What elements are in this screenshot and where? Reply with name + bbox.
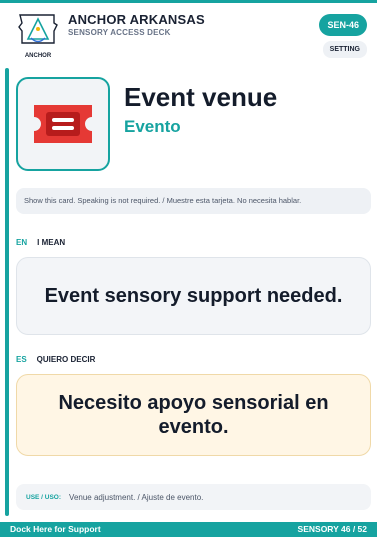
card-title-english: Event venue (124, 82, 278, 112)
card-code-badge: SEN-46 (319, 14, 367, 36)
card-icon-frame (16, 77, 110, 171)
english-phrase: Event sensory support needed. (16, 257, 371, 335)
english-label: I MEAN (37, 238, 66, 247)
card-title-spanish: Evento (124, 117, 181, 136)
brand-name: ANCHOR ARKANSAS (68, 12, 205, 27)
category-badge: SETTING (322, 41, 367, 58)
dock-support-label[interactable]: Dock Here for Support (10, 522, 101, 537)
anchor-logo: ANCHOR (18, 14, 58, 59)
usage-text: Venue adjustment. / Ajuste de evento. (69, 492, 204, 502)
spanish-phrase: Necesito apoyo sensorial en evento. (16, 374, 371, 456)
spanish-lang-code: ES (16, 355, 27, 364)
brand-subtitle: SENSORY ACCESS DECK (68, 28, 171, 37)
english-lang-code: EN (16, 238, 28, 247)
ticket-icon (34, 105, 92, 143)
usage-note: USE / USO: Venue adjustment. / Ajuste de… (16, 484, 371, 510)
logo-text: ANCHOR (25, 53, 52, 59)
footer-bar: Dock Here for Support SENSORY 46 / 52 (0, 522, 377, 537)
usage-label: USE / USO: (26, 493, 62, 501)
spanish-label: QUIERO DECIR (36, 355, 96, 364)
card-position: SENSORY 46 / 52 (297, 524, 367, 534)
header: ANCHOR ANCHOR ARKANSAS SENSORY ACCESS DE… (0, 3, 377, 61)
english-section-label: EN I MEAN (16, 238, 65, 247)
instruction-notice: Show this card. Speaking is not required… (16, 188, 371, 214)
scroll-indicator (5, 68, 9, 516)
spanish-section-label: ES QUIERO DECIR (16, 355, 95, 364)
